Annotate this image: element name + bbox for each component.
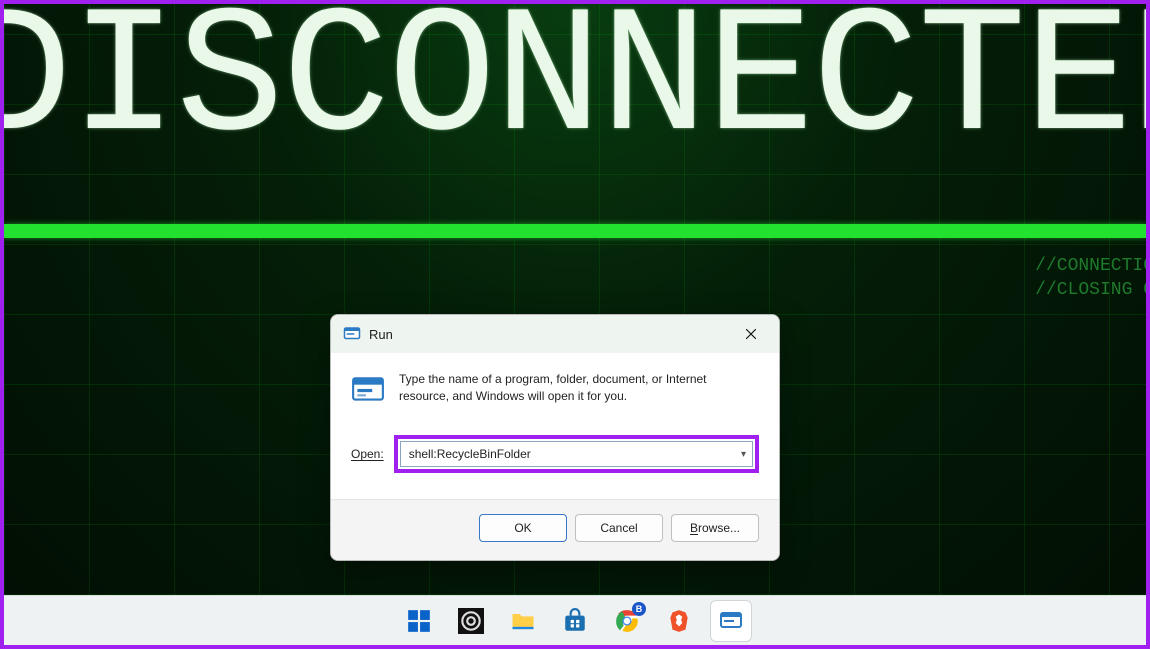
brave-icon (666, 608, 692, 634)
run-open-value: shell:RecycleBinFolder (409, 447, 531, 461)
run-window-icon (351, 373, 385, 407)
taskbar: B (4, 595, 1146, 645)
run-window-icon (719, 609, 743, 633)
run-open-combobox[interactable]: shell:RecycleBinFolder ▾ (400, 441, 753, 467)
wallpaper-hero-text: DISCONNECTED (4, 4, 1146, 183)
run-title-text: Run (369, 327, 393, 342)
taskbar-app-file-explorer[interactable] (502, 600, 544, 642)
run-window-icon (343, 325, 361, 343)
wallpaper-accent-bar (4, 224, 1146, 238)
run-open-label: Open: (351, 447, 384, 461)
annotation-highlight: shell:RecycleBinFolder ▾ (394, 435, 759, 473)
folder-icon (509, 607, 537, 635)
obs-icon (458, 608, 484, 634)
cancel-button[interactable]: Cancel (575, 514, 663, 542)
taskbar-app-ms-store[interactable] (554, 600, 596, 642)
close-icon (745, 328, 757, 340)
screenshot-frame: DISCONNECTED //CONNECTIO //CLOSING O Run (0, 0, 1150, 649)
wallpaper-subtext: //CONNECTIO //CLOSING O (1035, 254, 1146, 303)
run-titlebar[interactable]: Run (331, 315, 779, 353)
ok-button[interactable]: OK (479, 514, 567, 542)
chevron-down-icon[interactable]: ▾ (741, 449, 746, 460)
windows-start-icon (406, 608, 432, 634)
run-dialog: Run Type the name of a program, folder, … (330, 314, 780, 561)
browse-button[interactable]: Browse... (671, 514, 759, 542)
taskbar-app-chrome[interactable]: B (606, 600, 648, 642)
taskbar-app-run[interactable] (710, 600, 752, 642)
ms-store-icon (562, 608, 588, 634)
badge-icon: B (632, 602, 646, 616)
run-description: Type the name of a program, folder, docu… (399, 371, 759, 406)
taskbar-app-obs[interactable] (450, 600, 492, 642)
start-button[interactable] (398, 600, 440, 642)
run-footer: OK Cancel Browse... (331, 499, 779, 560)
taskbar-app-brave[interactable] (658, 600, 700, 642)
run-close-button[interactable] (731, 318, 771, 350)
